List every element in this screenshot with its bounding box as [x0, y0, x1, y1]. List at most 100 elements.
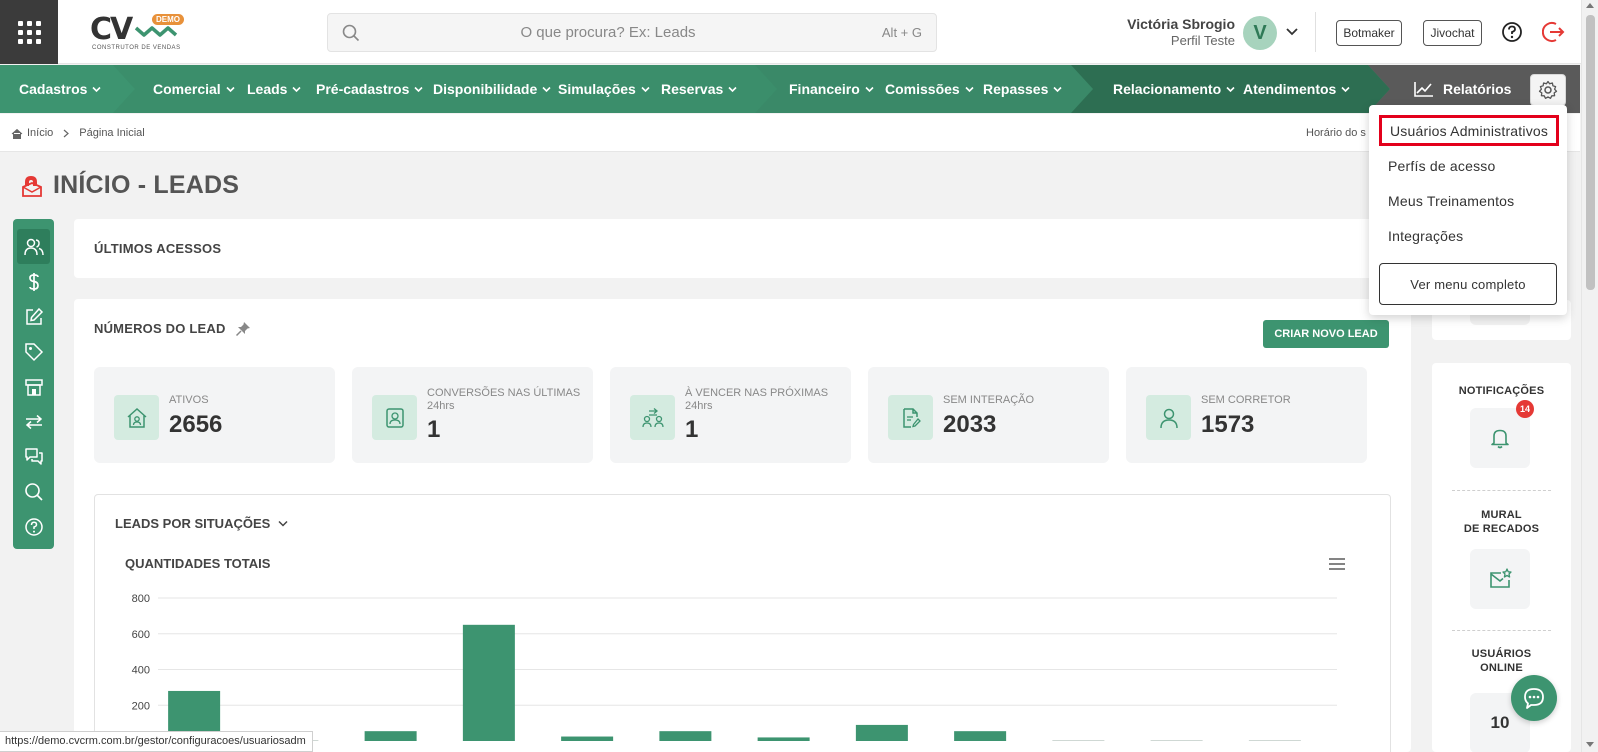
menu-item-admin-users[interactable]: Usuários Administrativos: [1379, 115, 1559, 146]
y-tick-label: 800: [132, 593, 150, 605]
user-profile: Perfil Teste: [1170, 33, 1235, 48]
chart-bar[interactable]: [954, 731, 1007, 741]
stat-label: À VENCER NAS PRÓXIMAS 24hrs: [685, 387, 829, 412]
chart-bar[interactable]: [1150, 740, 1203, 741]
home-icon: [11, 128, 23, 139]
search-input[interactable]: [368, 14, 848, 51]
botmaker-button[interactable]: Botmaker: [1336, 20, 1402, 46]
mural-label-line2: DE RECADOS: [1463, 523, 1540, 535]
logout-icon[interactable]: [1542, 21, 1566, 43]
toolbar-transfer[interactable]: [13, 404, 54, 439]
chart-bar[interactable]: [659, 731, 712, 741]
y-tick-label: 400: [132, 665, 150, 677]
nav-item-reservas[interactable]: Reservas: [661, 65, 737, 113]
chevron-down-icon: [414, 86, 423, 92]
nav-item-atendimentos[interactable]: Atendimentos: [1243, 65, 1350, 113]
stat-card-active[interactable]: ATIVOS 2656: [94, 367, 335, 463]
leads-by-status-panel: LEADS POR SITUAÇÕES QUANTIDADES TOTAIS 2…: [94, 494, 1391, 752]
jivochat-button[interactable]: Jivochat: [1423, 20, 1482, 46]
chat-icon: [1524, 688, 1544, 709]
company-logo[interactable]: CV DEMO CONSTRUTOR DE VENDAS: [90, 12, 190, 54]
menu-item-access-profiles[interactable]: Perfís de acesso: [1369, 150, 1567, 182]
page-title: INÍCIO - LEADS: [53, 171, 240, 199]
stat-card-no-broker[interactable]: SEM CORRETOR 1573: [1126, 367, 1367, 463]
toolbar-search[interactable]: [13, 474, 54, 509]
nav-item-cadastros[interactable]: Cadastros: [19, 65, 102, 113]
chart-bar[interactable]: [1052, 740, 1105, 741]
stat-icon-box: [114, 395, 159, 440]
notifications-button[interactable]: 14: [1470, 400, 1534, 468]
users-icon: [23, 238, 44, 255]
logo-wave-icon: [134, 26, 178, 37]
menu-item-integrations[interactable]: Integrações: [1369, 220, 1567, 252]
logo-demo-badge: DEMO: [152, 14, 184, 25]
home-icon: [127, 407, 146, 428]
stat-card-expiring[interactable]: À VENCER NAS PRÓXIMAS 24hrs 1: [610, 367, 851, 463]
nav-item-comissoes[interactable]: Comissões: [885, 65, 974, 113]
nav-item-relacionamento[interactable]: Relacionamento: [1113, 65, 1235, 113]
chevron-down-icon[interactable]: [1286, 27, 1298, 37]
menu-item-my-trainings[interactable]: Meus Treinamentos: [1369, 185, 1567, 217]
stat-card-conversions[interactable]: CONVERSÕES NAS ÚLTIMAS 24hrs 1: [352, 367, 593, 463]
help-icon[interactable]: [1501, 21, 1523, 43]
status-bar-url: https://demo.cvcrm.com.br/gestor/configu…: [0, 731, 313, 752]
chart-bar[interactable]: [855, 724, 908, 741]
last-access-card: ÚLTIMOS ACESSOS: [74, 219, 1411, 278]
user-icon: [1159, 408, 1178, 428]
dollar-icon: [28, 272, 39, 291]
breadcrumb: Início Página Inicial: [11, 127, 145, 139]
divider: [1452, 490, 1551, 491]
apps-grid-button[interactable]: [0, 0, 58, 64]
chart-bar[interactable]: [364, 731, 417, 741]
online-users-label: USUÁRIOS ONLINE: [1432, 647, 1571, 675]
scrollbar-thumb[interactable]: [1586, 15, 1595, 290]
user-info[interactable]: Victória Sbrogio Perfil Teste: [1100, 16, 1235, 48]
create-lead-button[interactable]: CRIAR NOVO LEAD: [1263, 320, 1389, 348]
gear-icon: [1538, 80, 1558, 99]
nav-item-comercial[interactable]: Comercial: [153, 65, 235, 113]
toolbar-messages[interactable]: [13, 439, 54, 474]
notifications-label: NOTIFICAÇÕES: [1458, 385, 1545, 397]
breadcrumb-bar: Início Página Inicial Horário do s: [0, 114, 1580, 152]
scroll-down-arrow-icon[interactable]: [1586, 742, 1594, 747]
avatar[interactable]: V: [1243, 16, 1277, 50]
chart-bar[interactable]: [1248, 740, 1301, 741]
toolbar-users[interactable]: [17, 229, 50, 264]
full-menu-button[interactable]: Ver menu completo: [1379, 263, 1557, 305]
toolbar-tags[interactable]: [13, 334, 54, 369]
stat-card-no-interaction[interactable]: SEM INTERAÇÃO 2033: [868, 367, 1109, 463]
chevron-down-icon: [728, 86, 737, 92]
leads-magnet-icon: [22, 175, 42, 197]
breadcrumb-home[interactable]: Início: [27, 127, 53, 139]
nav-item-disponibilidade[interactable]: Disponibilidade: [433, 65, 551, 113]
nav-item-financeiro[interactable]: Financeiro: [789, 65, 874, 113]
stat-value: 1: [427, 416, 441, 443]
scroll-up-arrow-icon[interactable]: [1586, 3, 1594, 8]
search-shortcut-hint: Alt + G: [881, 25, 922, 40]
nav-item-leads[interactable]: Leads: [247, 65, 302, 113]
mural-button[interactable]: [1470, 549, 1530, 609]
quick-actions-toolbar: [13, 219, 54, 549]
logo-tagline: CONSTRUTOR DE VENDAS: [92, 45, 181, 51]
toolbar-financial[interactable]: [13, 264, 54, 299]
chart-bar[interactable]: [462, 624, 515, 741]
chart-bar[interactable]: [757, 737, 810, 741]
nav-item-simulacoes[interactable]: Simulações: [558, 65, 650, 113]
help-icon: [24, 517, 43, 536]
stat-label: SEM CORRETOR: [1201, 394, 1291, 406]
mural-label: MURAL DE RECADOS: [1432, 508, 1571, 536]
toolbar-help[interactable]: [13, 509, 54, 544]
nav-item-pre-cadastros[interactable]: Pré-cadastros: [316, 65, 423, 113]
toolbar-edit[interactable]: [13, 299, 54, 334]
chat-widget-button[interactable]: [1511, 675, 1557, 721]
chevron-down-icon: [965, 86, 974, 92]
stat-icon-box: [372, 395, 417, 440]
stat-icon-box: [1146, 395, 1191, 440]
chart-bar[interactable]: [561, 736, 614, 741]
toolbar-building[interactable]: [13, 369, 54, 404]
top-header: CV DEMO CONSTRUTOR DE VENDAS Alt + G Vic…: [0, 0, 1598, 64]
nav-item-repasses[interactable]: Repasses: [983, 65, 1062, 113]
pin-icon[interactable]: [235, 321, 251, 337]
page-scrollbar[interactable]: [1581, 0, 1598, 752]
settings-button[interactable]: [1530, 74, 1566, 106]
